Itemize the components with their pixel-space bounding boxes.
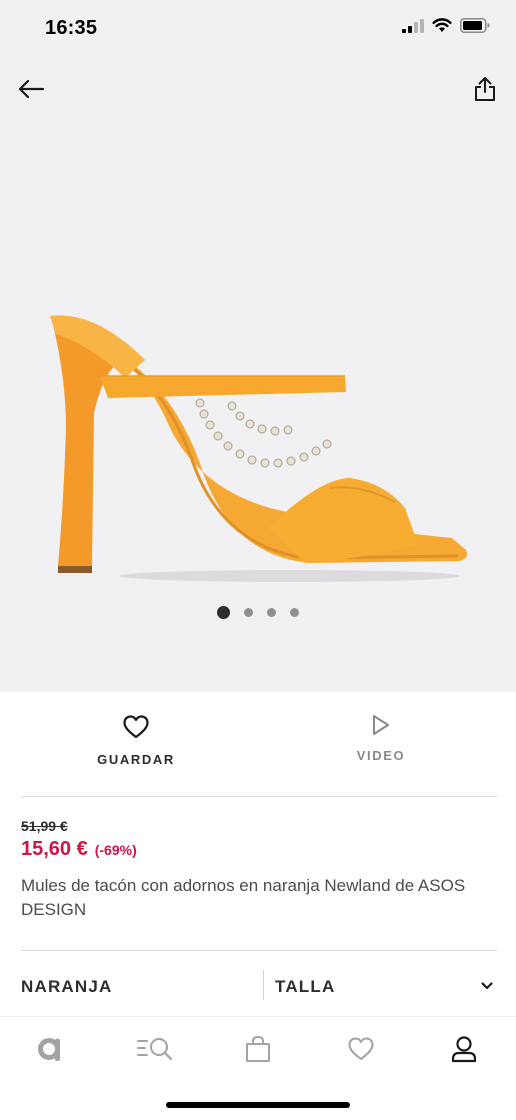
home-indicator: [166, 1102, 350, 1108]
carousel-dot[interactable]: [267, 608, 276, 617]
video-button[interactable]: VIDEO: [301, 714, 461, 763]
tab-account[interactable]: [444, 1031, 484, 1067]
size-dropdown[interactable]: TALLA: [264, 966, 516, 1010]
share-button[interactable]: [468, 72, 502, 106]
size-label: TALLA: [275, 977, 336, 996]
color-name: NARANJA: [21, 977, 113, 996]
save-button[interactable]: GUARDAR: [56, 714, 216, 767]
search-icon: [137, 1038, 173, 1061]
wifi-icon: [432, 18, 452, 32]
status-icons: [402, 18, 490, 33]
product-image: [50, 315, 468, 582]
home-icon: [38, 1038, 60, 1061]
product-image-gallery[interactable]: [0, 58, 516, 692]
price-row: 15,60 € (-69%): [21, 838, 137, 861]
bag-icon: [246, 1035, 270, 1062]
save-label: GUARDAR: [97, 752, 175, 767]
heart-icon: [123, 715, 149, 739]
chevron-down-icon: [481, 982, 493, 990]
play-icon: [373, 715, 389, 735]
tab-bag[interactable]: [238, 1031, 278, 1067]
share-icon: [475, 77, 495, 101]
tab-saved[interactable]: [341, 1031, 381, 1067]
status-bar: 16:35: [0, 0, 516, 58]
account-icon: [451, 1036, 477, 1063]
original-price: 51,99 €: [21, 818, 68, 834]
carousel-dot[interactable]: [244, 608, 253, 617]
discount-badge: (-69%): [94, 842, 137, 858]
carousel-dot[interactable]: [290, 608, 299, 617]
variant-selectors: NARANJA TALLA: [0, 966, 516, 1010]
divider: [21, 796, 497, 797]
product-actions: GUARDAR VIDEO: [0, 692, 516, 796]
cellular-signal-icon: [402, 18, 424, 33]
arrow-left-icon: [18, 79, 45, 99]
back-button[interactable]: [14, 74, 48, 104]
status-time: 16:35: [45, 17, 98, 39]
tab-home[interactable]: [32, 1031, 72, 1067]
tab-search[interactable]: [135, 1031, 175, 1067]
carousel-indicator[interactable]: [0, 606, 516, 619]
product-title: Mules de tacón con adornos en naranja Ne…: [21, 876, 466, 919]
divider: [21, 950, 497, 951]
battery-icon: [460, 18, 490, 33]
carousel-dot[interactable]: [217, 606, 230, 619]
video-label: VIDEO: [356, 748, 406, 763]
sale-price: 15,60 €: [21, 838, 88, 860]
saved-icon: [348, 1037, 374, 1060]
